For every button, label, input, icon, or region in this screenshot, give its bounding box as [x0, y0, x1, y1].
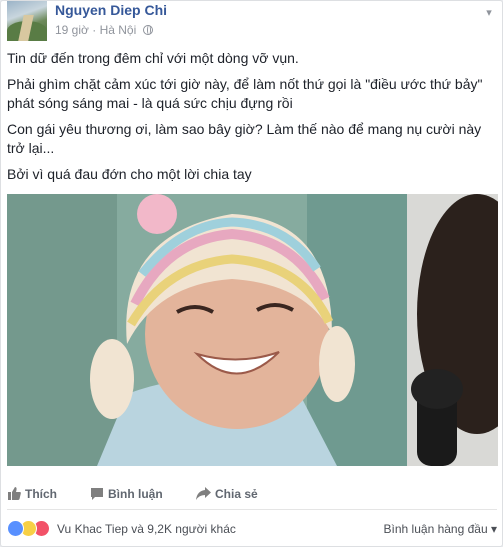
comment-sort-dropdown[interactable]: Bình luận hàng đầu ▾ [384, 522, 497, 536]
share-label: Chia sẻ [215, 487, 258, 501]
comment-sort-label: Bình luận hàng đầu [383, 522, 488, 536]
divider [7, 509, 497, 510]
share-button[interactable]: Chia sẻ [196, 487, 258, 501]
like-icon [7, 520, 24, 537]
avatar[interactable] [7, 1, 47, 41]
post-paragraph: Phải ghìm chặt cảm xúc tới giờ này, để l… [7, 76, 483, 111]
comment-label: Bình luận [108, 487, 163, 501]
post-photo[interactable] [7, 194, 498, 466]
thumbs-up-icon [8, 487, 21, 500]
like-label: Thích [25, 487, 57, 501]
post-location[interactable]: Hà Nội [100, 23, 137, 37]
post-time[interactable]: 19 giờ [55, 23, 89, 37]
feed-post: Nguyen Diep Chi 19 giờ · Hà Nội ▾ Tin dữ… [0, 0, 503, 547]
post-actions: Thích Bình luận Chia sẻ [7, 479, 497, 509]
author-name[interactable]: Nguyen Diep Chi [55, 2, 167, 18]
comment-button[interactable]: Bình luận [90, 487, 163, 501]
chevron-down-icon: ▾ [490, 522, 497, 536]
globe-icon [142, 25, 153, 35]
chevron-down-icon[interactable]: ▾ [483, 7, 495, 19]
post-paragraph: Bởi vì quá đau đớn cho một lời chia tay [7, 166, 252, 182]
like-button[interactable]: Thích [7, 487, 57, 501]
comment-icon [91, 488, 103, 500]
post-text: Tin dữ đến trong đêm chỉ với một dòng vỡ… [7, 49, 497, 191]
reaction-summary[interactable]: Vu Khac Tiep và 9,2K người khác [57, 522, 236, 536]
meta-separator: · [92, 23, 97, 37]
post-paragraph: Con gái yêu thương ơi, làm sao bây giờ? … [7, 121, 482, 156]
share-icon [196, 487, 211, 500]
reactions-bar: Vu Khac Tiep và 9,2K người khác Bình luậ… [7, 519, 497, 539]
post-paragraph: Tin dữ đến trong đêm chỉ với một dòng vỡ… [7, 50, 299, 66]
post-header: Nguyen Diep Chi 19 giờ · Hà Nội ▾ [7, 1, 497, 41]
post-meta: 19 giờ · Hà Nội [55, 23, 153, 37]
